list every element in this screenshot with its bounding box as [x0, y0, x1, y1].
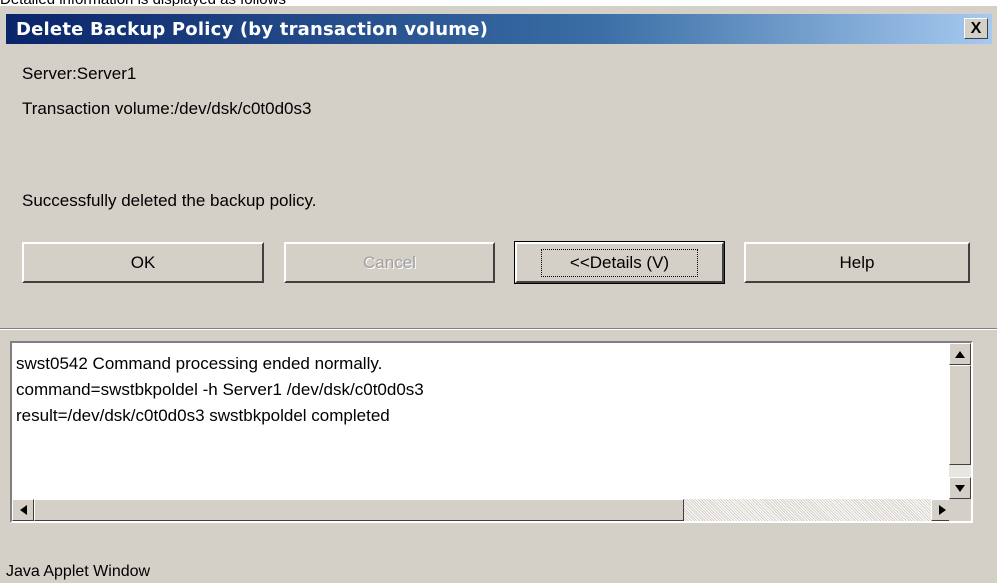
down-arrow-icon [955, 484, 965, 492]
details-content: swst0542 Command processing ended normal… [12, 343, 952, 499]
separator-highlight [0, 329, 997, 330]
close-button[interactable]: X [964, 18, 988, 39]
details-line: swst0542 Command processing ended normal… [16, 354, 383, 373]
details-line: command=swstbkpoldel -h Server1 /dev/dsk… [16, 380, 424, 399]
scroll-left-button[interactable] [12, 499, 34, 521]
right-arrow-icon [938, 505, 946, 515]
details-button-label: <<Details (V) [540, 248, 699, 277]
status-bar: Java Applet Window [6, 563, 151, 580]
help-button-label: Help [839, 252, 875, 272]
up-arrow-icon [955, 350, 965, 358]
close-icon: X [970, 19, 982, 37]
ok-button[interactable]: OK [22, 242, 264, 283]
scroll-up-button[interactable] [949, 343, 971, 365]
cancel-button[interactable]: Cancel [284, 242, 495, 283]
title-bar[interactable]: Delete Backup Policy (by transaction vol… [6, 14, 992, 44]
volume-label: Transaction volume:/dev/dsk/c0t0d0s3 [22, 99, 312, 118]
window-title: Delete Backup Policy (by transaction vol… [16, 19, 489, 40]
result-message: Successfully deleted the backup policy. [22, 191, 317, 210]
details-text-area[interactable]: swst0542 Command processing ended normal… [10, 341, 973, 523]
server-label: Server:Server1 [22, 64, 137, 83]
details-line: result=/dev/dsk/c0t0d0s3 swstbkpoldel co… [16, 406, 390, 425]
vertical-scroll-thumb[interactable] [949, 365, 971, 465]
scroll-corner [949, 499, 971, 521]
dialog-window: Delete Backup Policy (by transaction vol… [0, 6, 997, 583]
vertical-scrollbar[interactable] [949, 343, 971, 499]
scroll-down-button[interactable] [949, 477, 971, 499]
horizontal-scrollbar[interactable] [12, 499, 953, 521]
details-button[interactable]: <<Details (V) [514, 241, 725, 284]
help-button[interactable]: Help [744, 242, 970, 283]
left-arrow-icon [19, 505, 27, 515]
cancel-button-label: Cancel [363, 252, 416, 272]
horizontal-scroll-thumb[interactable] [34, 499, 684, 521]
ok-button-label: OK [130, 252, 156, 272]
